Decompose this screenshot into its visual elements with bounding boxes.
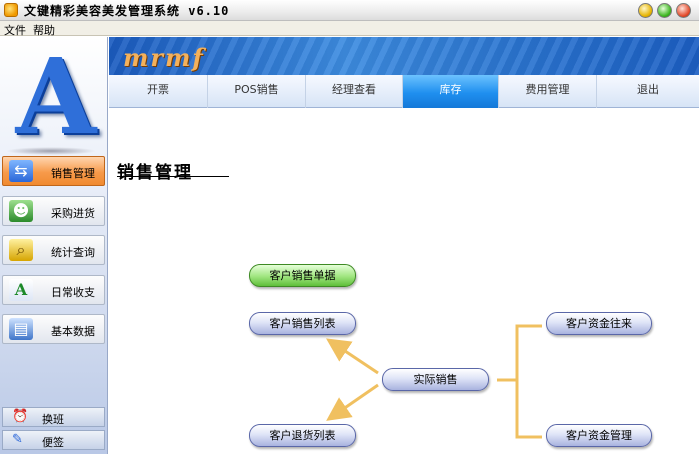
bracket-right [515,324,542,439]
arrow-to-sales-list [326,338,379,375]
brand-logo: mrmf [123,43,205,72]
shift-change-button[interactable]: ⏰ 换班 [2,407,105,427]
tab-bar: 开票 POS销售 经理查看 库存 费用管理 退出 [109,75,699,108]
customer-fund-management-button[interactable]: 客户资金管理 [546,424,652,447]
purchase-icon: ☻ [9,200,33,222]
sidebar-item-stats[interactable]: ⌕ 统计查询 [2,235,105,265]
app-icon [4,3,18,17]
customer-sales-list-button[interactable]: 客户销售列表 [249,312,356,335]
sidebar-item-sales[interactable]: ⇆ 销售管理 [2,156,105,186]
sidebar-item-daily[interactable]: A 日常收支 [2,275,105,305]
daily-icon: A [9,279,33,301]
alarm-clock-icon: ⏰ [12,409,29,424]
title-bar: 文键精彩美容美发管理系统 v6.10 [0,0,699,21]
basic-data-icon: ▤ [9,318,33,340]
sales-icon: ⇆ [9,160,33,182]
sidebar: A ⇆ 销售管理 ☻ 采购进货 ⌕ 统计查询 A 日常收支 ▤ 基本数据 ⏰ 换… [0,37,108,454]
tab-exit[interactable]: 退出 [597,75,699,108]
note-icon: ✎ [12,432,23,447]
minimize-button[interactable] [638,3,653,18]
logo-shadow [6,147,96,155]
title-underline [117,176,229,177]
shift-change-label: 换班 [42,413,64,426]
sidebar-item-label: 统计查询 [51,246,95,259]
customer-sales-docs-button[interactable]: 客户销售单据 [249,264,356,287]
menu-bar: 文件 帮助 [0,21,699,37]
note-button[interactable]: ✎ 便签 [2,430,105,450]
tab-pos-sales[interactable]: POS销售 [208,75,306,108]
sidebar-item-label: 日常收支 [51,286,95,299]
tab-invoice[interactable]: 开票 [109,75,208,108]
customer-fund-transfer-button[interactable]: 客户资金往来 [546,312,652,335]
banner: mrmf [109,37,699,75]
actual-sales-button[interactable]: 实际销售 [382,368,489,391]
sidebar-item-purchase[interactable]: ☻ 采购进货 [2,196,105,226]
stats-icon: ⌕ [9,239,33,261]
sidebar-item-label: 销售管理 [51,167,95,180]
sidebar-item-label: 采购进货 [51,207,95,220]
note-label: 便签 [42,436,64,449]
sidebar-item-label: 基本数据 [51,325,95,338]
sidebar-item-basic-data[interactable]: ▤ 基本数据 [2,314,105,344]
close-button[interactable] [676,3,691,18]
page-title: 销售管理 [117,163,193,183]
logo: A [15,35,97,158]
tab-manager-view[interactable]: 经理查看 [306,75,403,108]
customer-return-list-button[interactable]: 客户退货列表 [249,424,356,447]
tab-inventory[interactable]: 库存 [403,75,499,108]
arrow-to-return-list [326,383,379,421]
window-title: 文键精彩美容美发管理系统 v6.10 [24,4,230,18]
tab-expense-management[interactable]: 费用管理 [499,75,597,108]
maximize-button[interactable] [657,3,672,18]
